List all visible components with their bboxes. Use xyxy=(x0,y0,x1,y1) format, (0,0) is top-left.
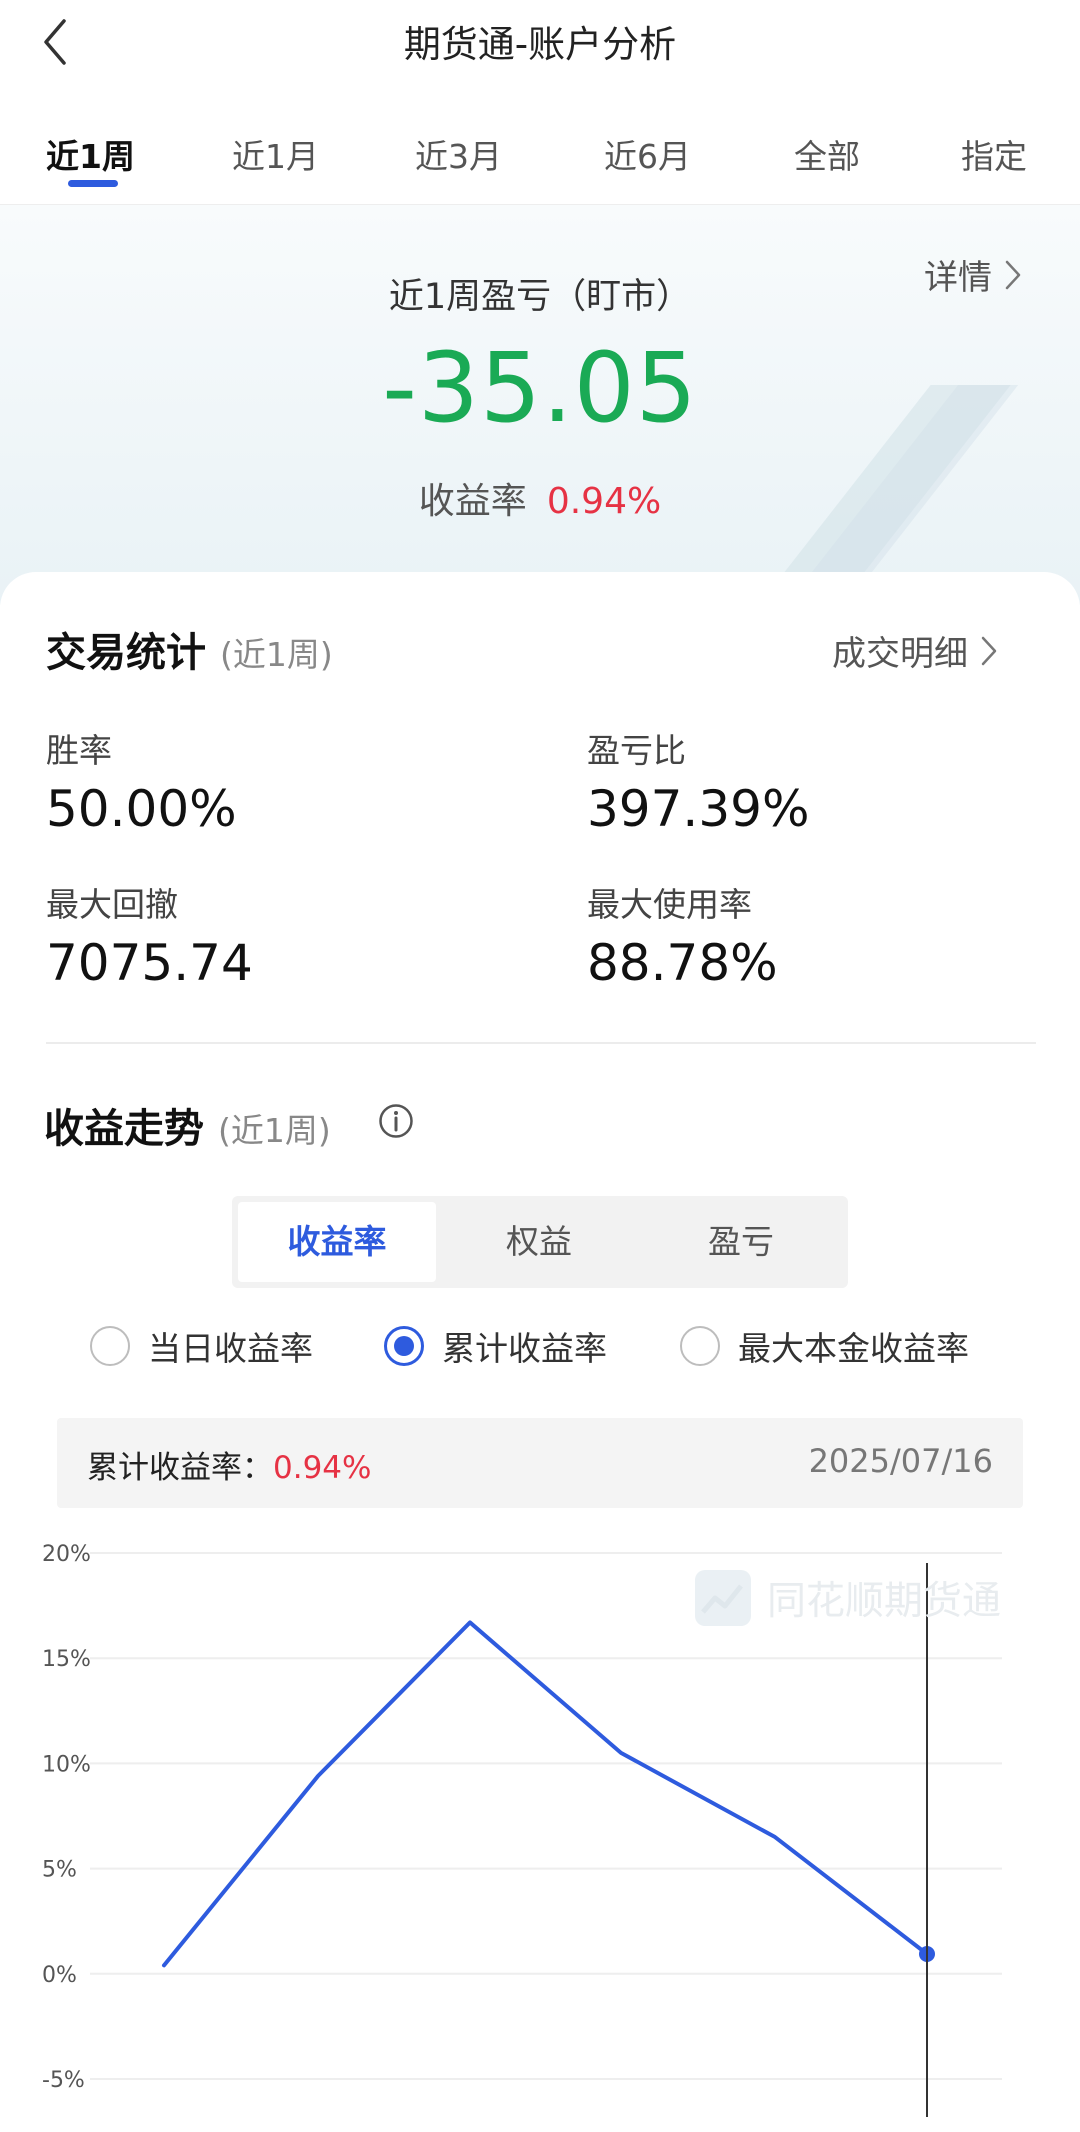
info-button[interactable] xyxy=(378,1103,414,1143)
radio-daily-return[interactable]: 当日收益率 xyxy=(90,1322,313,1370)
tab-custom[interactable]: 指定 xyxy=(961,130,1027,178)
pnl-label: 近1周盈亏（盯市） xyxy=(388,277,692,317)
page-title: 期货通-账户分析 xyxy=(403,23,677,66)
max-usage-value: 88.78% xyxy=(587,934,778,992)
radio-cumulative-return[interactable]: 累计收益率 xyxy=(384,1322,607,1370)
radio-circle xyxy=(90,1326,130,1366)
trade-detail-label: 成交明细 xyxy=(832,634,968,674)
max-drawdown-value: 7075.74 xyxy=(46,934,253,992)
tab-all[interactable]: 全部 xyxy=(794,130,860,178)
y-tick-label: 20% xyxy=(42,1542,91,1567)
cumulative-return-line xyxy=(162,1620,929,1968)
y-tick-label: 15% xyxy=(42,1647,91,1672)
trade-stats-title: 交易统计 (近1周) xyxy=(46,620,333,678)
tab-3-months[interactable]: 近3月 xyxy=(415,130,502,178)
readout-label: 累计收益率： xyxy=(87,1450,273,1486)
y-tick-label: 10% xyxy=(42,1752,91,1777)
win-rate-value: 50.00% xyxy=(46,780,237,838)
return-rate-label: 收益率 xyxy=(418,481,527,522)
radio-max-principal-return[interactable]: 最大本金收益率 xyxy=(680,1322,969,1370)
segment-equity[interactable]: 权益 xyxy=(440,1202,638,1282)
details-link[interactable]: 详情 xyxy=(924,250,1022,299)
watermark: 同花顺期货通 xyxy=(693,1568,1001,1628)
tab-1-week[interactable]: 近1周 xyxy=(46,130,135,178)
y-tick-label: 0% xyxy=(42,1963,77,1988)
win-rate-label: 胜率 xyxy=(46,731,112,770)
chart-grid xyxy=(90,1552,1002,2080)
max-usage-label: 最大使用率 xyxy=(587,885,752,924)
segment-return-rate[interactable]: 收益率 xyxy=(238,1202,436,1282)
trend-title-text: 收益走势 xyxy=(44,1106,204,1152)
readout-date: 2025/07/16 xyxy=(808,1442,993,1480)
trade-stats-title-text: 交易统计 xyxy=(46,630,206,676)
chevron-right-icon xyxy=(1005,260,1021,289)
tab-1-month[interactable]: 近1月 xyxy=(232,130,319,178)
readout-label-row: 累计收益率：0.94% xyxy=(87,1442,371,1487)
trade-stats-period: (近1周) xyxy=(220,635,333,674)
chart-readout-bar: 累计收益率：0.94% 2025/07/16 xyxy=(57,1418,1023,1508)
active-tab-indicator xyxy=(68,180,118,187)
profit-loss-ratio-label: 盈亏比 xyxy=(587,731,686,770)
chevron-right-icon xyxy=(981,636,997,665)
radio-cumulative-return-label: 累计收益率 xyxy=(442,1329,607,1368)
tab-6-months[interactable]: 近6月 xyxy=(604,130,691,178)
trade-detail-link[interactable]: 成交明细 xyxy=(832,626,998,675)
segment-pnl[interactable]: 盈亏 xyxy=(642,1202,840,1282)
y-tick-label: 5% xyxy=(42,1858,77,1883)
readout-value: 0.94% xyxy=(273,1450,372,1486)
period-tabs: 近1周 近1月 近3月 近6月 全部 指定 xyxy=(0,92,1080,205)
watermark-text: 同花顺期货通 xyxy=(767,1579,1002,1624)
profit-loss-ratio-value: 397.39% xyxy=(587,780,810,838)
app-logo-icon xyxy=(695,1570,751,1626)
max-drawdown-label: 最大回撤 xyxy=(46,885,178,924)
radio-max-principal-return-label: 最大本金收益率 xyxy=(738,1329,969,1368)
radio-circle xyxy=(384,1326,424,1366)
details-label: 详情 xyxy=(924,258,992,298)
y-axis-ticks: 20% 15% 10% 5% 0% -5% xyxy=(42,1542,91,2093)
info-icon xyxy=(379,1104,413,1138)
return-rate-value: 0.94% xyxy=(546,481,662,522)
return-rate-row: 收益率 0.94% xyxy=(0,472,1080,524)
pnl-value: -35.05 xyxy=(382,332,698,444)
section-divider xyxy=(46,1042,1036,1044)
trend-period: (近1周) xyxy=(218,1111,331,1150)
radio-daily-return-label: 当日收益率 xyxy=(148,1329,313,1368)
trend-title: 收益走势 (近1周) xyxy=(44,1096,331,1154)
radio-circle xyxy=(680,1326,720,1366)
metric-segment-control: 收益率 权益 盈亏 xyxy=(232,1196,848,1288)
y-tick-label: -5% xyxy=(42,2068,85,2093)
